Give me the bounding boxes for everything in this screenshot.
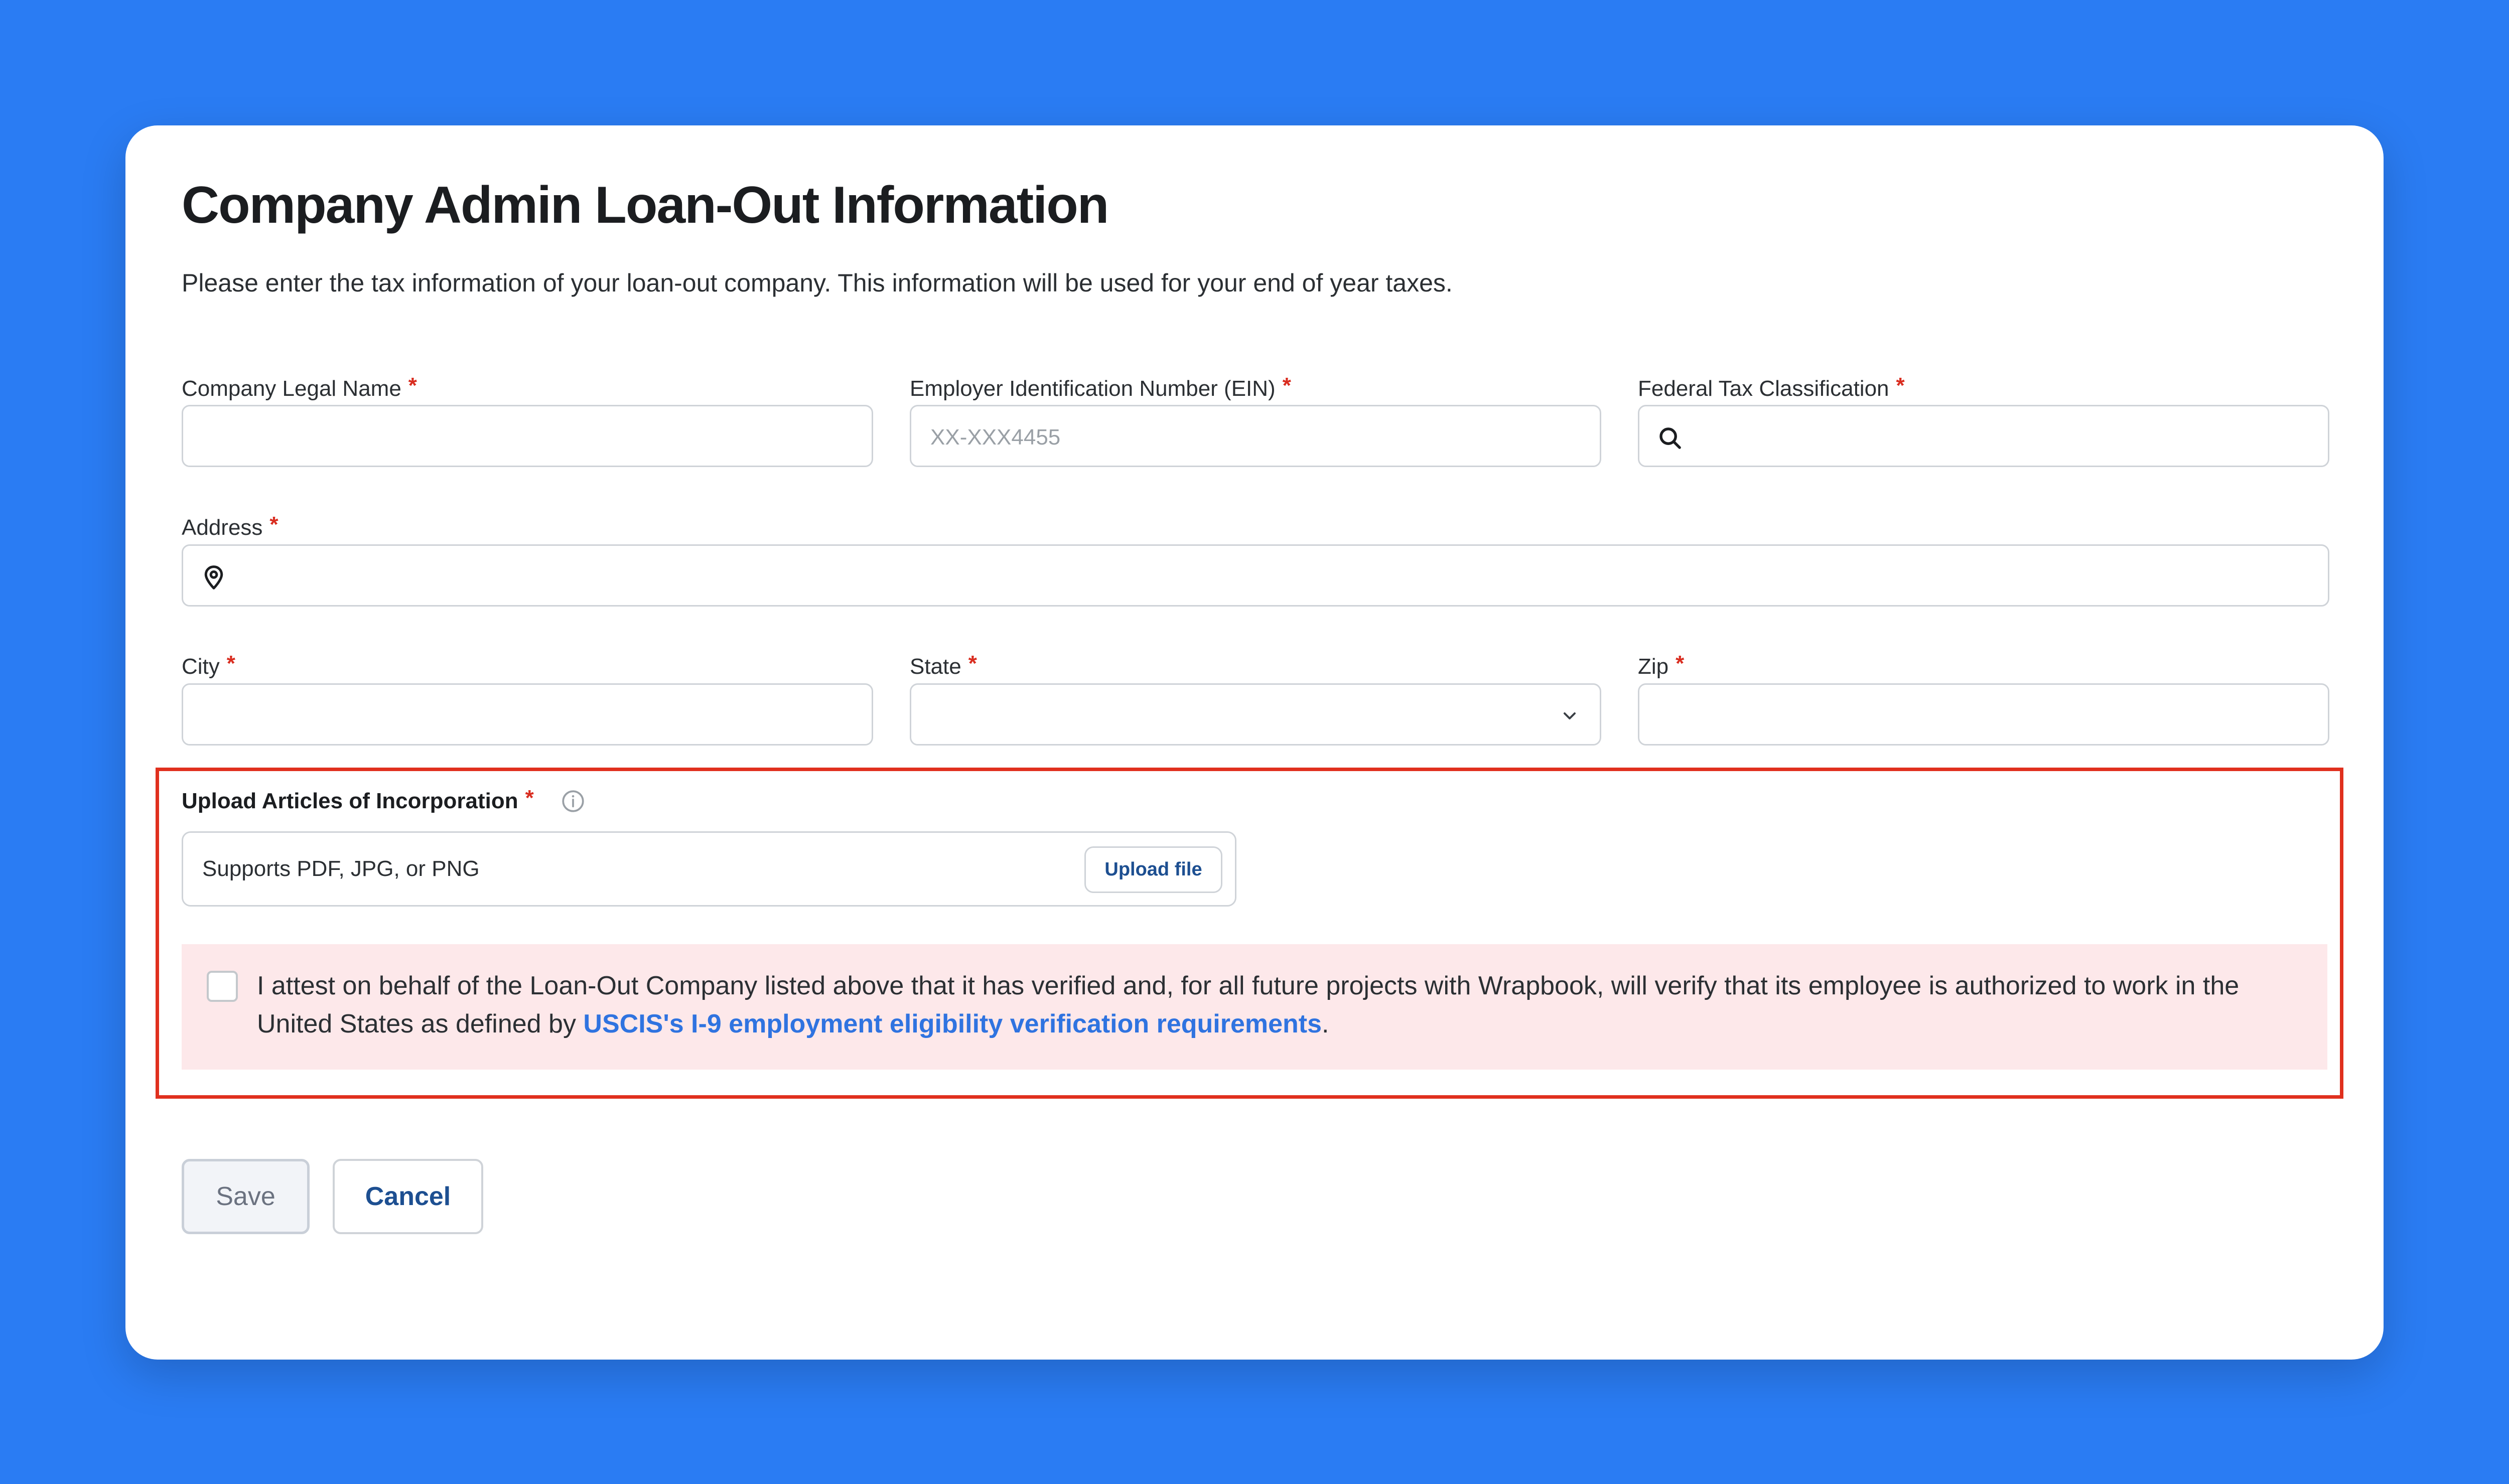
ein-label: Employer Identification Number (EIN) * <box>910 373 1291 401</box>
ein-input[interactable]: XX-XXX4455 <box>910 405 1601 467</box>
city-label: City * <box>182 651 235 679</box>
attestation-text: I attest on behalf of the Loan-Out Compa… <box>257 967 2304 1043</box>
upload-dropzone[interactable]: Supports PDF, JPG, or PNG Upload file <box>182 831 1236 907</box>
address-label-text: Address <box>182 515 263 540</box>
upload-label-text: Upload Articles of Incorporation <box>182 789 518 813</box>
upload-hint: Supports PDF, JPG, or PNG <box>202 856 480 881</box>
state-select[interactable] <box>910 683 1601 746</box>
attestation-banner: I attest on behalf of the Loan-Out Compa… <box>182 944 2327 1070</box>
search-icon <box>1659 427 1681 449</box>
save-button[interactable]: Save <box>182 1159 310 1234</box>
state-label: State * <box>910 651 977 679</box>
zip-label: Zip * <box>1638 651 1685 679</box>
federal-tax-classification-label-text: Federal Tax Classification <box>1638 376 1889 401</box>
location-pin-icon <box>204 565 223 589</box>
required-marker: * <box>269 512 278 537</box>
zip-label-text: Zip <box>1638 654 1669 679</box>
attestation-text-after: . <box>1322 1009 1329 1038</box>
zip-input[interactable] <box>1638 683 2329 746</box>
federal-tax-classification-search[interactable] <box>1638 405 2329 467</box>
info-icon[interactable] <box>561 789 586 814</box>
required-marker: * <box>408 373 417 398</box>
company-legal-name-input[interactable] <box>182 405 873 467</box>
state-label-text: State <box>910 654 961 679</box>
upload-file-button[interactable]: Upload file <box>1084 846 1222 893</box>
city-input[interactable] <box>182 683 873 746</box>
attestation-checkbox[interactable] <box>207 971 238 1002</box>
form-card: Company Admin Loan-Out Information Pleas… <box>125 125 2384 1360</box>
address-label: Address * <box>182 512 278 540</box>
federal-tax-classification-label: Federal Tax Classification * <box>1638 373 1905 401</box>
required-marker: * <box>226 651 235 676</box>
company-legal-name-label: Company Legal Name * <box>182 373 417 401</box>
required-marker: * <box>1676 651 1685 676</box>
required-marker: * <box>968 651 977 676</box>
chevron-down-icon <box>1564 712 1576 719</box>
cancel-button[interactable]: Cancel <box>333 1159 483 1234</box>
ein-placeholder: XX-XXX4455 <box>930 425 1061 450</box>
required-marker: * <box>1896 373 1905 398</box>
upload-label: Upload Articles of Incorporation * <box>182 786 534 814</box>
address-input[interactable] <box>182 544 2329 607</box>
required-marker: * <box>1282 373 1291 398</box>
ein-label-text: Employer Identification Number (EIN) <box>910 376 1276 401</box>
company-legal-name-label-text: Company Legal Name <box>182 376 401 401</box>
page-subtitle: Please enter the tax information of your… <box>182 269 1453 297</box>
required-marker: * <box>525 786 534 810</box>
page-title: Company Admin Loan-Out Information <box>182 176 1109 234</box>
city-label-text: City <box>182 654 220 679</box>
uscis-i9-link[interactable]: USCIS's I-9 employment eligibility verif… <box>583 1009 1322 1038</box>
